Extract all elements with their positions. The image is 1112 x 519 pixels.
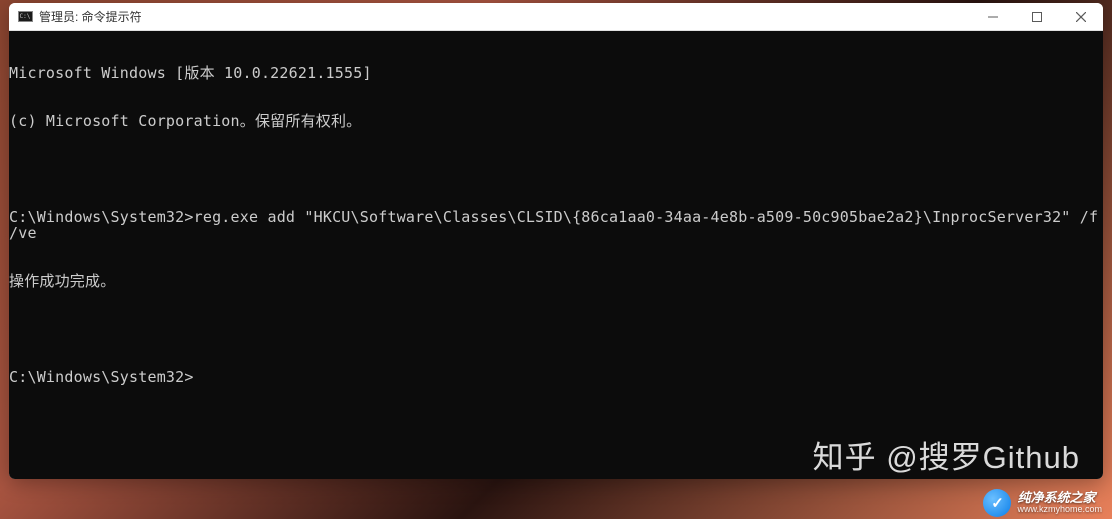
terminal-line: (c) Microsoft Corporation。保留所有权利。	[9, 113, 1103, 129]
watermark-brand: ✓ 纯净系统之家 www.kzmyhome.com	[983, 489, 1102, 517]
terminal-line: 操作成功完成。	[9, 273, 1103, 289]
terminal-blank-line	[9, 161, 1103, 177]
terminal-line: C:\Windows\System32>reg.exe add "HKCU\So…	[9, 209, 1103, 241]
brand-main-text: 纯净系统之家	[1017, 491, 1102, 505]
close-button[interactable]	[1059, 3, 1103, 31]
cmd-icon: C:\	[17, 9, 33, 25]
brand-sub-text: www.kzmyhome.com	[1017, 505, 1102, 515]
window-controls	[971, 3, 1103, 31]
command-prompt-window: C:\ 管理员: 命令提示符 Microsoft Windows [版本 10.…	[9, 3, 1103, 479]
brand-check-icon: ✓	[983, 489, 1011, 517]
window-title: 管理员: 命令提示符	[39, 8, 142, 25]
titlebar[interactable]: C:\ 管理员: 命令提示符	[9, 3, 1103, 31]
terminal-output[interactable]: Microsoft Windows [版本 10.0.22621.1555] (…	[9, 31, 1103, 479]
minimize-button[interactable]	[971, 3, 1015, 31]
terminal-prompt: C:\Windows\System32>	[9, 369, 1103, 385]
terminal-line: Microsoft Windows [版本 10.0.22621.1555]	[9, 65, 1103, 81]
maximize-button[interactable]	[1015, 3, 1059, 31]
terminal-blank-line	[9, 321, 1103, 337]
